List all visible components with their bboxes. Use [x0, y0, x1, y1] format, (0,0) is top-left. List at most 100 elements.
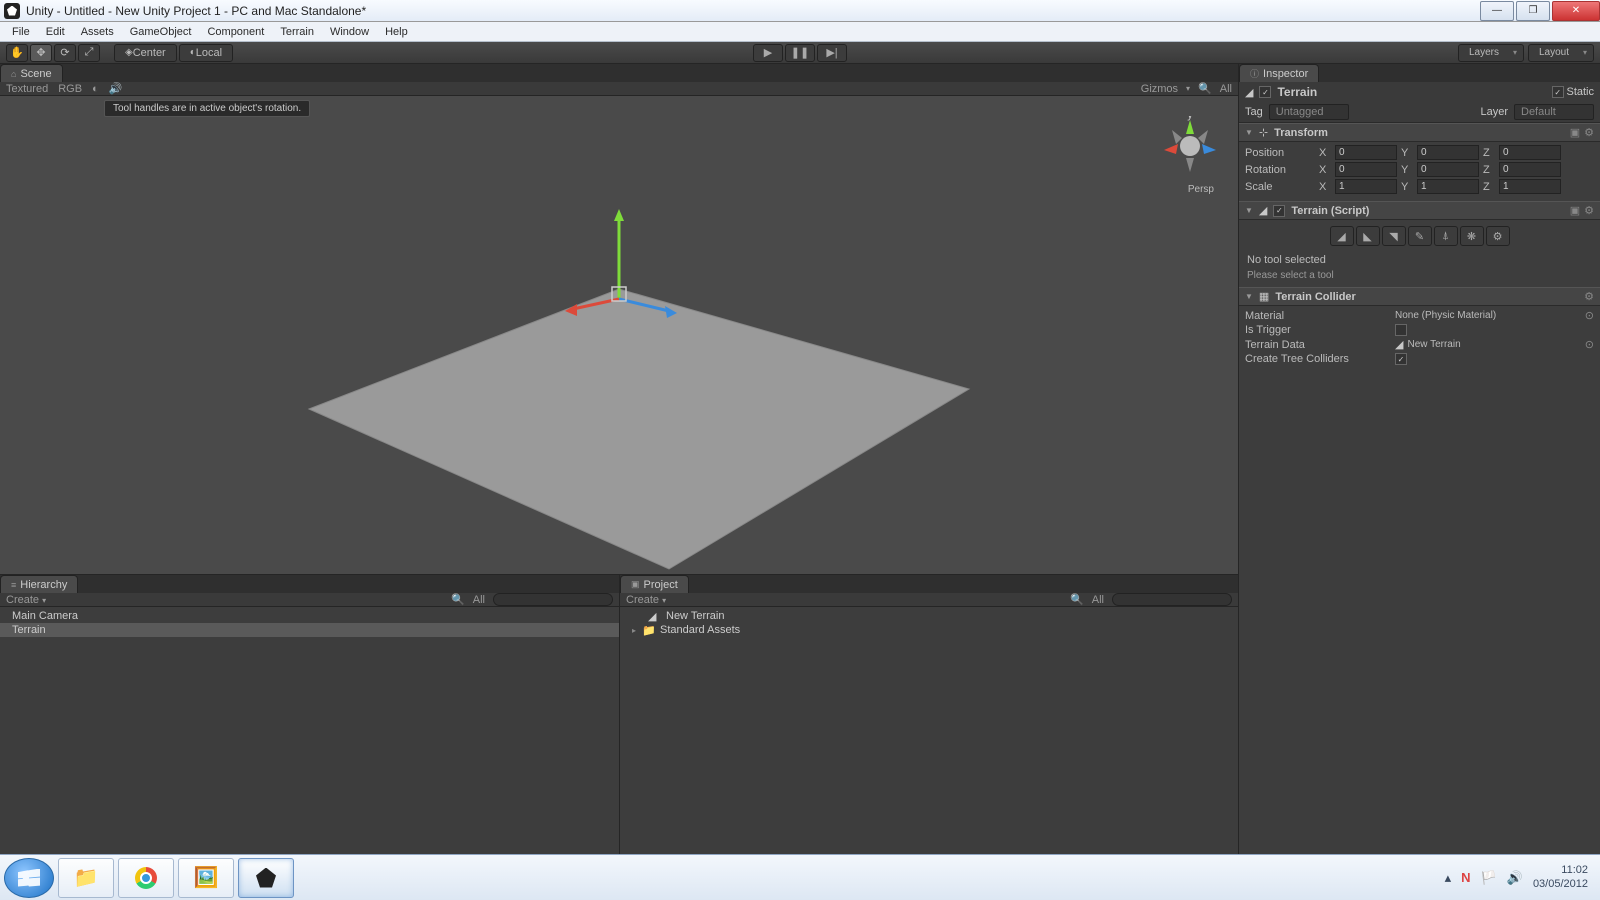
menu-file[interactable]: File: [4, 24, 38, 40]
object-name-field[interactable]: Terrain: [1277, 85, 1317, 99]
scale-z-input[interactable]: [1499, 179, 1561, 194]
object-enabled-checkbox[interactable]: ✓: [1259, 86, 1271, 98]
layer-dropdown[interactable]: Default: [1514, 104, 1594, 120]
material-label: Material: [1245, 310, 1395, 322]
terrain-tool-raise[interactable]: ◢: [1330, 226, 1354, 246]
rotation-x-input[interactable]: [1335, 162, 1397, 177]
tool-scale[interactable]: ⤢: [78, 44, 100, 62]
play-button[interactable]: ▶: [753, 44, 783, 62]
tool-hand[interactable]: ✋: [6, 44, 28, 62]
gear-icon[interactable]: ⚙: [1584, 126, 1594, 139]
scene-audio-toggle[interactable]: 🔊: [109, 82, 123, 95]
gizmos-dropdown[interactable]: Gizmos: [1141, 83, 1178, 95]
component-terrain-collider-header[interactable]: ▼ ▦ Terrain Collider ⚙: [1239, 287, 1600, 306]
tray-volume-icon[interactable]: 🔊: [1507, 870, 1523, 886]
terrain-script-enabled-checkbox[interactable]: ✓: [1273, 205, 1285, 217]
component-transform-header[interactable]: ▼ ⊹ Transform ▣⚙: [1239, 123, 1600, 142]
tab-hierarchy[interactable]: ≡Hierarchy: [0, 575, 78, 593]
terrain-tool-setheight[interactable]: ◣: [1356, 226, 1380, 246]
terrain-tool-paint[interactable]: ✎: [1408, 226, 1432, 246]
tool-move[interactable]: ✥: [30, 44, 52, 62]
taskbar-unity[interactable]: [238, 858, 294, 898]
gear-icon[interactable]: ⚙: [1584, 204, 1594, 217]
scale-x-input[interactable]: [1335, 179, 1397, 194]
taskbar-app[interactable]: 🖼️: [178, 858, 234, 898]
pivot-center-toggle[interactable]: ◈ Center: [114, 44, 177, 62]
layout-dropdown[interactable]: Layout: [1528, 44, 1594, 62]
hierarchy-search-input[interactable]: [493, 593, 613, 606]
position-y-input[interactable]: [1417, 145, 1479, 160]
pivot-local-toggle[interactable]: ◐ Local: [179, 44, 233, 62]
tray-flag-icon[interactable]: 🏳️: [1481, 870, 1497, 886]
create-trees-checkbox[interactable]: ✓: [1395, 353, 1407, 365]
component-transform-title: Transform: [1274, 127, 1328, 139]
gear-icon[interactable]: ⚙: [1584, 290, 1594, 303]
menu-help[interactable]: Help: [377, 24, 416, 40]
object-picker-icon[interactable]: ⊙: [1585, 309, 1594, 322]
tab-scene[interactable]: ⌂Scene: [0, 64, 63, 82]
scale-y-input[interactable]: [1417, 179, 1479, 194]
taskbar-chrome[interactable]: [118, 858, 174, 898]
scene-rendermode-dropdown[interactable]: RGB: [58, 83, 82, 95]
pause-button[interactable]: ❚❚: [785, 44, 815, 62]
menu-component[interactable]: Component: [199, 24, 272, 40]
scene-shading-dropdown[interactable]: Textured: [6, 83, 48, 95]
tray-expand-icon[interactable]: ▴: [1445, 870, 1452, 886]
rotation-y-input[interactable]: [1417, 162, 1479, 177]
layer-label: Layer: [1480, 106, 1508, 118]
maximize-button[interactable]: ❐: [1516, 1, 1550, 21]
project-search-icon: 🔍: [1070, 593, 1084, 606]
tab-project[interactable]: ▣Project: [620, 575, 689, 593]
component-terrain-script-header[interactable]: ▼ ◢ ✓ Terrain (Script) ▣⚙: [1239, 201, 1600, 220]
tag-dropdown[interactable]: Untagged: [1269, 104, 1349, 120]
step-button[interactable]: ▶|: [817, 44, 847, 62]
help-icon[interactable]: ▣: [1570, 204, 1580, 217]
tab-inspector[interactable]: ⓘInspector: [1239, 64, 1319, 82]
scale-label: Scale: [1245, 181, 1315, 193]
folder-expand-icon[interactable]: ▸: [632, 626, 636, 635]
layers-dropdown[interactable]: Layers: [1458, 44, 1524, 62]
terrain-tool-status1: No tool selected: [1245, 250, 1594, 270]
material-field[interactable]: None (Physic Material): [1395, 310, 1585, 321]
scene-viewport[interactable]: Tool handles are in active object's rota…: [0, 96, 1238, 574]
hierarchy-create-dropdown[interactable]: Create ▾: [6, 594, 46, 606]
position-z-input[interactable]: [1499, 145, 1561, 160]
project-create-dropdown[interactable]: Create ▾: [626, 594, 666, 606]
scene-projection-label[interactable]: Persp: [1188, 184, 1214, 195]
terrain-tool-details[interactable]: ❋: [1460, 226, 1484, 246]
hierarchy-item-main-camera[interactable]: Main Camera: [0, 609, 619, 623]
tray-n-icon[interactable]: N: [1461, 870, 1470, 885]
terrain-tool-trees[interactable]: ⍋: [1434, 226, 1458, 246]
menu-window[interactable]: Window: [322, 24, 377, 40]
start-button[interactable]: [4, 858, 54, 898]
collider-icon: ▦: [1259, 290, 1269, 303]
taskbar-explorer[interactable]: 📁: [58, 858, 114, 898]
menu-edit[interactable]: Edit: [38, 24, 73, 40]
scene-light-toggle[interactable]: ◐: [92, 83, 99, 95]
window-title: Unity - Untitled - New Unity Project 1 -…: [26, 4, 366, 18]
system-clock[interactable]: 11:02 03/05/2012: [1533, 864, 1588, 890]
menu-terrain[interactable]: Terrain: [272, 24, 322, 40]
scene-orientation-gizmo[interactable]: y: [1160, 116, 1220, 176]
terrain-tool-smooth[interactable]: ◥: [1382, 226, 1406, 246]
help-icon[interactable]: ▣: [1570, 126, 1580, 139]
minimize-button[interactable]: —: [1480, 1, 1514, 21]
is-trigger-label: Is Trigger: [1245, 324, 1395, 336]
terrain-data-field[interactable]: New Terrain: [1407, 339, 1584, 350]
tool-rotate[interactable]: ⟳: [54, 44, 76, 62]
clock-time: 11:02: [1533, 864, 1588, 877]
close-button[interactable]: ✕: [1552, 1, 1600, 21]
terrain-tool-settings[interactable]: ⚙: [1486, 226, 1510, 246]
hierarchy-list: Main Camera Terrain: [0, 607, 619, 854]
project-item-new-terrain[interactable]: ◢New Terrain: [620, 609, 1238, 623]
project-search-input[interactable]: [1112, 593, 1232, 606]
hierarchy-item-terrain[interactable]: Terrain: [0, 623, 619, 637]
menu-gameobject[interactable]: GameObject: [122, 24, 200, 40]
object-picker-icon[interactable]: ⊙: [1585, 338, 1594, 351]
rotation-z-input[interactable]: [1499, 162, 1561, 177]
is-trigger-checkbox[interactable]: [1395, 324, 1407, 336]
position-x-input[interactable]: [1335, 145, 1397, 160]
static-toggle[interactable]: ✓ Static: [1552, 86, 1594, 99]
menu-assets[interactable]: Assets: [73, 24, 122, 40]
project-item-standard-assets[interactable]: ▸📁Standard Assets: [620, 623, 1238, 637]
